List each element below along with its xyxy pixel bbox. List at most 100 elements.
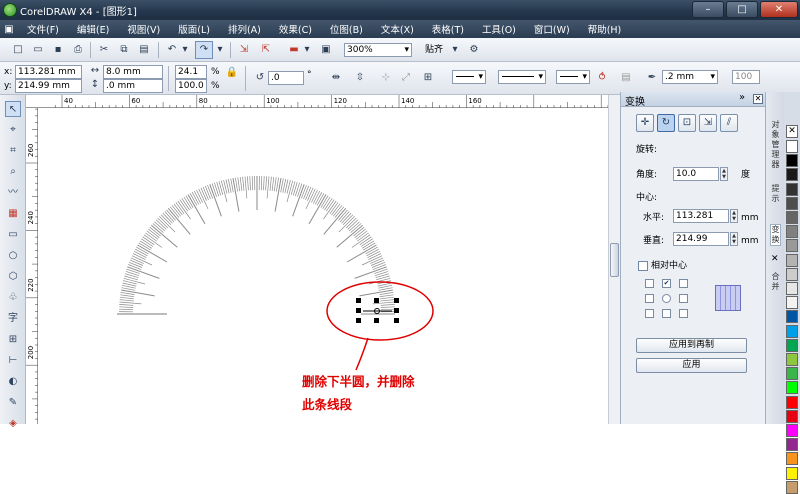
angle-field[interactable]: 10.0 [673, 167, 719, 181]
menu-bitmaps[interactable]: 位图(B) [321, 22, 372, 36]
interactive-blend-tool-icon[interactable]: ◐ [5, 374, 21, 390]
relative-center-checkbox[interactable] [638, 261, 648, 271]
color-swatch[interactable] [786, 424, 798, 437]
options-icon[interactable]: ⚙ [466, 42, 482, 58]
menu-text[interactable]: 文本(X) [372, 22, 423, 36]
color-swatch[interactable] [786, 239, 798, 252]
rotate-mode-icon[interactable]: ↻ [657, 114, 675, 132]
app-launcher-icon[interactable]: ▬ [286, 42, 302, 58]
snap-to-button[interactable]: 贴齐 [425, 44, 443, 56]
color-swatch[interactable] [786, 381, 798, 394]
apply-to-duplicate-button[interactable]: 应用到再制 [636, 338, 747, 353]
mirror-vertical-icon[interactable]: ⇳ [352, 70, 368, 86]
color-swatch[interactable] [786, 396, 798, 409]
start-arrow-select[interactable]: ▾ [452, 70, 486, 84]
cut-icon[interactable]: ✂ [96, 42, 112, 58]
color-swatch[interactable] [786, 268, 798, 281]
maximize-button[interactable]: □ [726, 1, 758, 18]
basic-shapes-tool-icon[interactable]: ♧ [5, 290, 21, 306]
docker-close-icon[interactable]: ✕ [753, 94, 763, 104]
color-swatch[interactable] [786, 367, 798, 380]
size-mode-icon[interactable]: ⇲ [699, 114, 717, 132]
anchor-top-right[interactable] [679, 279, 688, 288]
color-swatch[interactable] [786, 467, 798, 480]
color-swatch[interactable] [786, 481, 798, 494]
color-swatch[interactable] [786, 325, 798, 338]
zoom-level-select[interactable]: 300%▾ [344, 43, 412, 57]
anchor-bottom-center[interactable] [662, 309, 671, 318]
wrap-text-icon[interactable]: ▤ [618, 70, 634, 86]
height-field[interactable]: .0 mm [103, 79, 163, 93]
end-arrow-select[interactable]: ▾ [556, 70, 590, 84]
protractor-scale[interactable] [117, 176, 395, 314]
position-mode-icon[interactable]: ✛ [636, 114, 654, 132]
tab-merge[interactable]: 合并 [770, 272, 781, 292]
new-file-icon[interactable]: □ [10, 42, 26, 58]
dimension-tool-icon[interactable]: ⊢ [5, 353, 21, 369]
menu-tools[interactable]: 工具(O) [473, 22, 525, 36]
ellipse-tool-icon[interactable]: ○ [5, 248, 21, 264]
table-tool-icon[interactable]: ⊞ [5, 332, 21, 348]
undo-dropdown-icon[interactable]: ▾ [180, 42, 190, 58]
color-swatch[interactable] [786, 410, 798, 423]
tab-object-manager[interactable]: 对象管理器 [770, 120, 781, 170]
anchor-center[interactable] [662, 294, 671, 303]
center-y-spinner[interactable]: ▲▼ [730, 232, 738, 246]
lock-ratio-icon[interactable]: 🔒 [224, 65, 240, 81]
color-swatch[interactable] [786, 183, 798, 196]
menu-edit[interactable]: 编辑(E) [68, 22, 118, 36]
zoom-tool-icon[interactable]: ⌕ [5, 164, 21, 180]
outline-value-field[interactable]: 100 [732, 70, 760, 84]
menu-layout[interactable]: 版面(L) [169, 22, 219, 36]
color-swatch[interactable] [786, 296, 798, 309]
welcome-screen-icon[interactable]: ▣ [318, 42, 334, 58]
selection-handle-bl[interactable] [356, 318, 361, 323]
anchor-middle-right[interactable] [679, 294, 688, 303]
scrollbar-thumb[interactable] [610, 243, 619, 277]
selection-handle-tc[interactable] [374, 298, 379, 303]
center-x-spinner[interactable]: ▲▼ [730, 209, 738, 223]
anchor-top-left[interactable] [645, 279, 654, 288]
line-style-start-icon[interactable]: ⊞ [420, 70, 436, 86]
minimize-button[interactable]: – [692, 1, 724, 18]
scale-mirror-mode-icon[interactable]: ⊡ [678, 114, 696, 132]
y-position-field[interactable]: 214.99 mm [15, 79, 82, 93]
save-icon[interactable]: ▪ [50, 42, 66, 58]
rotation-angle-field[interactable]: .0 [268, 71, 304, 85]
color-swatch[interactable] [786, 154, 798, 167]
color-swatch[interactable] [786, 225, 798, 238]
menu-file[interactable]: 文件(F) [18, 22, 68, 36]
text-tool-icon[interactable]: 字 [5, 311, 21, 327]
color-swatch[interactable] [786, 211, 798, 224]
apply-button[interactable]: 应用 [636, 358, 747, 373]
eyedropper-tool-icon[interactable]: ✎ [5, 395, 21, 411]
selection-handle-tr[interactable] [394, 298, 399, 303]
selection-handle-br[interactable] [394, 318, 399, 323]
center-y-field[interactable]: 214.99 [673, 232, 729, 246]
pick-tool-icon[interactable]: ↖ [5, 101, 21, 117]
selection-handles[interactable] [356, 298, 399, 323]
menu-arrange[interactable]: 排列(A) [219, 22, 270, 36]
scale-x-field[interactable]: 24.1 [175, 65, 207, 79]
color-swatch[interactable] [786, 282, 798, 295]
close-button[interactable]: ✕ [760, 1, 798, 18]
scale-y-field[interactable]: 100.0 [175, 79, 207, 93]
redo-dropdown-icon[interactable]: ▾ [215, 42, 225, 58]
export-icon[interactable]: ⇱ [258, 42, 274, 58]
no-color-swatch[interactable]: ✕ [786, 125, 798, 138]
shape-tool-icon[interactable]: ⌖ [5, 122, 21, 138]
launcher-dropdown-icon[interactable]: ▾ [302, 42, 312, 58]
color-swatch[interactable] [786, 353, 798, 366]
selection-handle-tl[interactable] [356, 298, 361, 303]
paste-icon[interactable]: ▤ [136, 42, 152, 58]
color-swatch[interactable] [786, 452, 798, 465]
skew-mode-icon[interactable]: ⫽ [720, 114, 738, 132]
tab-close-icon[interactable]: ✕ [771, 254, 779, 264]
line-style-select[interactable]: ▾ [498, 70, 546, 84]
selection-handle-bc[interactable] [374, 318, 379, 323]
selection-handle-ml[interactable] [356, 308, 361, 313]
vertical-scrollbar[interactable] [608, 95, 620, 424]
import-icon[interactable]: ⇲ [236, 42, 252, 58]
color-swatch[interactable] [786, 168, 798, 181]
outline-tool-icon[interactable]: ◈ [5, 416, 21, 432]
